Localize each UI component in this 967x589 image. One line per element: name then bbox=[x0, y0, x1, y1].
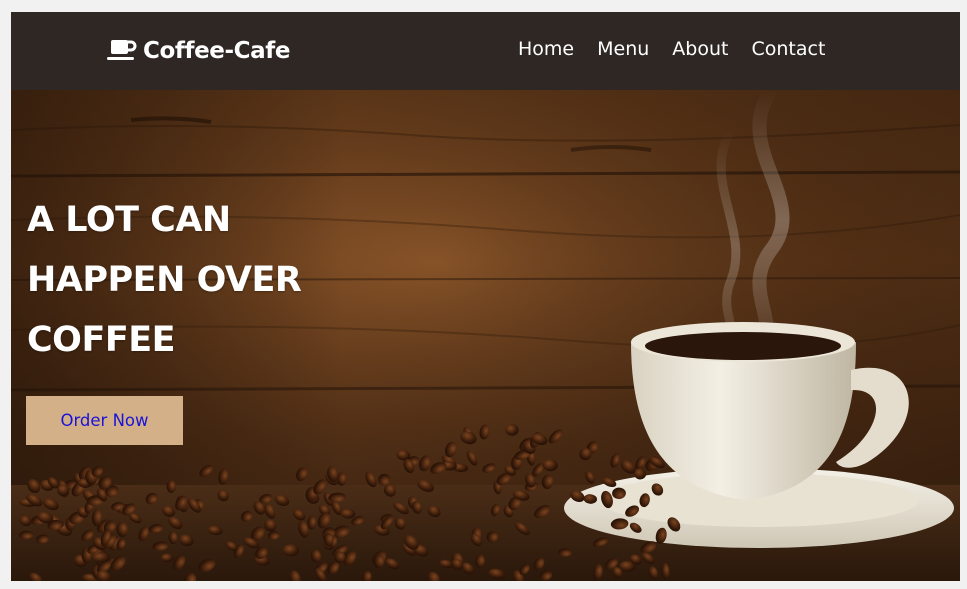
nav-link-menu[interactable]: Menu bbox=[597, 38, 649, 60]
nav-link-about[interactable]: About bbox=[672, 38, 728, 60]
coffee-cup-icon bbox=[106, 38, 137, 64]
nav-menu: Home Menu About Contact bbox=[518, 38, 848, 60]
brand-name: Coffee-Cafe bbox=[143, 38, 291, 64]
headline-line-2: HAPPEN OVER bbox=[27, 260, 302, 300]
headline-line-3: COFFEE bbox=[27, 320, 176, 360]
site-frame: Coffee-Cafe Home Menu About Contact A LO… bbox=[11, 12, 960, 581]
nav-link-contact[interactable]: Contact bbox=[751, 38, 825, 60]
order-now-button[interactable]: Order Now bbox=[26, 396, 183, 445]
navbar: Coffee-Cafe Home Menu About Contact bbox=[11, 12, 960, 90]
headline-line-1: A LOT CAN bbox=[27, 200, 231, 240]
brand-logo[interactable]: Coffee-Cafe bbox=[106, 36, 290, 66]
hero-section: A LOT CAN HAPPEN OVER COFFEE Order Now bbox=[11, 90, 960, 581]
hero-headline: A LOT CAN HAPPEN OVER COFFEE bbox=[27, 190, 347, 370]
nav-link-home[interactable]: Home bbox=[518, 38, 574, 60]
